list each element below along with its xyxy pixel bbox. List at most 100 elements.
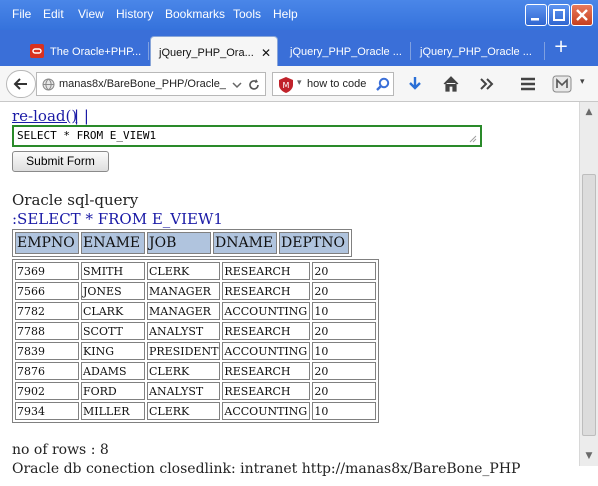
scroll-up-icon[interactable]: ▲: [580, 104, 598, 120]
download-icon[interactable]: [405, 74, 425, 94]
browser-chrome: File Edit View History Bookmarks Tools H…: [0, 0, 598, 102]
reload-link[interactable]: re-load(): [12, 107, 77, 125]
table-cell: CLERK: [147, 262, 221, 280]
column-header-table: EMPNO ENAME JOB DNAME DEPTNO: [12, 229, 352, 257]
table-cell: 7566: [15, 282, 79, 300]
menu-history[interactable]: History: [116, 7, 153, 21]
table-cell: KING: [81, 342, 145, 360]
page-content: re-load() | | SELECT * FROM E_VIEW1 Subm…: [0, 102, 580, 486]
menu-icon[interactable]: [518, 74, 538, 94]
close-icon: [576, 9, 588, 21]
overflow-chevron-icon[interactable]: [477, 74, 497, 94]
results-table: 7369 SMITH CLERK RESEARCH 20 7566 JONES …: [12, 259, 380, 423]
table-cell: MILLER: [81, 402, 145, 420]
tab-separator: [148, 42, 149, 60]
close-tab-icon[interactable]: ✕: [261, 46, 271, 60]
table-cell: 20: [312, 282, 377, 300]
header-row: EMPNO ENAME JOB DNAME DEPTNO: [15, 232, 349, 254]
table-row: 7566 JONES MANAGER RESEARCH 20: [15, 282, 377, 300]
table-cell: 7369: [15, 262, 79, 280]
table-cell: CLERK: [147, 402, 221, 420]
menu-bar: File Edit View History Bookmarks Tools H…: [0, 0, 598, 30]
search-dropdown-icon[interactable]: ▾: [297, 78, 302, 88]
url-bar[interactable]: manas8x/BareBone_PHP/Oracle_: [36, 72, 266, 96]
tab-label: jQuery_PHP_Oracle ...: [290, 46, 402, 58]
menu-edit[interactable]: Edit: [43, 7, 64, 21]
menu-view[interactable]: View: [78, 7, 104, 21]
minimize-button[interactable]: [525, 4, 547, 26]
table-cell: CLERK: [147, 362, 221, 380]
table-cell: ACCOUNTING: [222, 302, 311, 320]
table-cell: ANALYST: [147, 382, 221, 400]
tab-oracle-php[interactable]: The Oracle+PHP...: [24, 36, 144, 66]
table-cell: RESEARCH: [222, 382, 311, 400]
table-cell: 10: [312, 342, 377, 360]
table-cell: MANAGER: [147, 282, 221, 300]
table-cell: 7782: [15, 302, 79, 320]
maximize-button[interactable]: [548, 4, 570, 26]
back-arrow-icon: [13, 78, 27, 90]
table-cell: JONES: [81, 282, 145, 300]
mcafee-addon-icon[interactable]: [552, 74, 572, 94]
mcafee-shield-icon: M: [279, 77, 293, 93]
table-cell: FORD: [81, 382, 145, 400]
navigation-toolbar: manas8x/BareBone_PHP/Oracle_ M ▾ how to …: [0, 66, 598, 102]
new-tab-button[interactable]: +: [550, 36, 572, 58]
search-icon[interactable]: [375, 77, 390, 92]
column-header: ENAME: [81, 232, 145, 254]
table-cell: CLARK: [81, 302, 145, 320]
table-cell: ACCOUNTING: [222, 342, 311, 360]
dropdown-icon[interactable]: [231, 79, 243, 91]
table-row: 7782 CLARK MANAGER ACCOUNTING 10: [15, 302, 377, 320]
table-cell: ADAMS: [81, 362, 145, 380]
table-row: 7369 SMITH CLERK RESEARCH 20: [15, 262, 377, 280]
menu-bookmarks[interactable]: Bookmarks: [165, 7, 225, 21]
tab-bar: The Oracle+PHP... jQuery_PHP_Ora... ✕ jQ…: [0, 30, 598, 66]
table-row: 7902 FORD ANALYST RESEARCH 20: [15, 382, 377, 400]
addon-dropdown-icon[interactable]: ▾: [580, 77, 585, 87]
menu-help[interactable]: Help: [273, 7, 298, 21]
table-cell: 7902: [15, 382, 79, 400]
svg-text:M: M: [283, 81, 290, 90]
table-cell: 20: [312, 322, 377, 340]
sql-query-input[interactable]: SELECT * FROM E_VIEW1: [12, 125, 482, 147]
menu-file[interactable]: File: [12, 7, 31, 21]
tab-label: jQuery_PHP_Oracle ...: [420, 46, 532, 58]
reload-icon[interactable]: [247, 78, 261, 92]
tab-jquery-php-3[interactable]: jQuery_PHP_Oracle ...: [414, 36, 542, 66]
query-echo: :SELECT * FROM E_VIEW1: [12, 210, 223, 228]
globe-icon: [42, 78, 55, 91]
scrollbar-thumb[interactable]: [582, 174, 596, 436]
search-bar[interactable]: M ▾ how to code: [272, 72, 394, 96]
table-cell: 7839: [15, 342, 79, 360]
table-cell: RESEARCH: [222, 362, 311, 380]
menu-tools[interactable]: Tools: [233, 7, 261, 21]
table-cell: 7934: [15, 402, 79, 420]
tab-separator: [410, 42, 411, 60]
table-row: 7788 SCOTT ANALYST RESEARCH 20: [15, 322, 377, 340]
tab-jquery-php-active[interactable]: jQuery_PHP_Ora... ✕: [150, 36, 278, 66]
url-text: manas8x/BareBone_PHP/Oracle_: [59, 78, 226, 90]
maximize-icon: [553, 9, 565, 21]
close-window-button[interactable]: [571, 4, 593, 26]
vertical-scrollbar[interactable]: ▲ ▼: [579, 102, 598, 466]
table-cell: PRESIDENT: [147, 342, 221, 360]
table-row: 7876 ADAMS CLERK RESEARCH 20: [15, 362, 377, 380]
resize-grip-icon[interactable]: [469, 135, 477, 143]
reload-separator: | |: [74, 107, 89, 125]
table-cell: RESEARCH: [222, 282, 311, 300]
tab-jquery-php-2[interactable]: jQuery_PHP_Oracle ...: [284, 36, 408, 66]
submit-form-button[interactable]: Submit Form: [12, 151, 109, 172]
table-cell: 10: [312, 402, 377, 420]
row-count-text: no of rows : 8: [12, 442, 109, 458]
back-button[interactable]: [6, 70, 36, 98]
table-cell: RESEARCH: [222, 322, 311, 340]
table-cell: 20: [312, 262, 377, 280]
home-icon[interactable]: [441, 74, 461, 94]
table-cell: 10: [312, 302, 377, 320]
scroll-down-icon[interactable]: ▼: [580, 448, 598, 464]
table-row: 7839 KING PRESIDENT ACCOUNTING 10: [15, 342, 377, 360]
table-row: 7934 MILLER CLERK ACCOUNTING 10: [15, 402, 377, 420]
minimize-icon: [531, 18, 539, 21]
table-cell: MANAGER: [147, 302, 221, 320]
